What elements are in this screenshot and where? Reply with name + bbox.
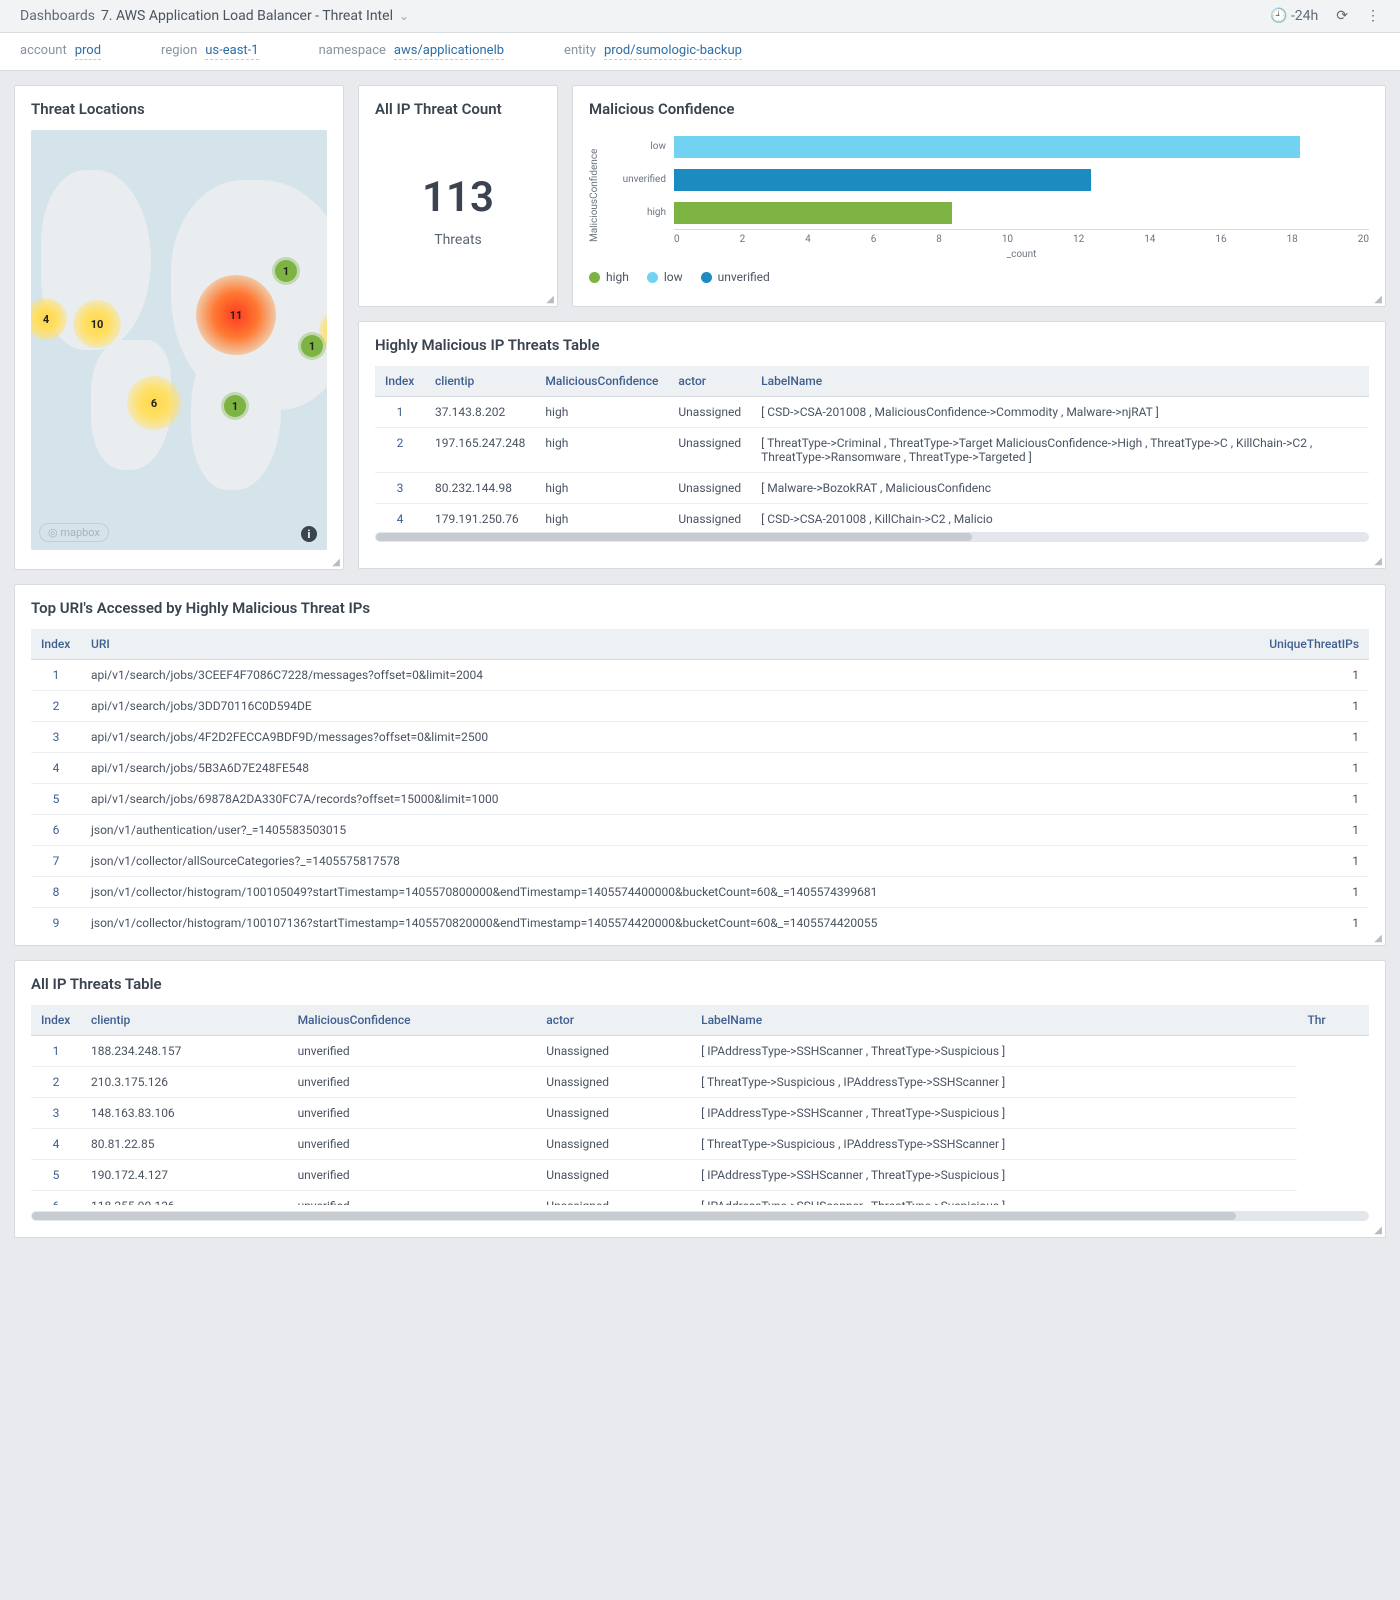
resize-handle-icon[interactable]: ◢ <box>1374 556 1382 567</box>
table-row[interactable]: 2api/v1/search/jobs/3DD70116C0D594DE1 <box>31 691 1369 722</box>
horizontal-scrollbar[interactable] <box>31 1211 1369 1221</box>
table-row[interactable]: 2197.165.247.248highUnassigned[ ThreatTy… <box>375 428 1369 473</box>
table-row[interactable]: 6118.255.90.136unverifiedUnassigned[ IPA… <box>31 1191 1369 1206</box>
hotspot-1[interactable]: 1 <box>224 395 246 417</box>
malicious-confidence-panel: Malicious Confidence MaliciousConfidence… <box>572 85 1386 307</box>
table-row[interactable]: 9json/v1/collector/histogram/100107136?s… <box>31 908 1369 930</box>
bar-high <box>674 202 952 224</box>
world-map[interactable]: ◎ mapbox i 1110464111 <box>31 130 327 550</box>
time-range-value: -24h <box>1291 8 1318 24</box>
hotspot-6[interactable]: 6 <box>127 376 181 430</box>
table-row[interactable]: 4api/v1/search/jobs/5B3A6D7E248FE5481 <box>31 753 1369 784</box>
refresh-icon[interactable]: ⟳ <box>1336 8 1348 24</box>
breadcrumb-root[interactable]: Dashboards <box>20 8 95 24</box>
more-menu-icon[interactable]: ⋮ <box>1366 8 1380 24</box>
threat-count-label: Threats <box>434 232 482 248</box>
bar-unverified <box>674 169 1091 191</box>
panel-title: Malicious Confidence <box>589 100 1369 118</box>
table-row[interactable]: 6json/v1/authentication/user?_=140558350… <box>31 815 1369 846</box>
filter-account[interactable]: accountprod <box>20 43 101 60</box>
table-row[interactable]: 137.143.8.202highUnassigned[ CSD->CSA-20… <box>375 397 1369 428</box>
filter-bar: accountprod regionus-east-1 namespaceaws… <box>0 33 1400 71</box>
table-row[interactable]: 7json/v1/collector/allSourceCategories?_… <box>31 846 1369 877</box>
bar-cat: high <box>608 207 666 218</box>
bar-cat: low <box>608 141 666 152</box>
table-row[interactable]: 2210.3.175.126unverifiedUnassigned[ Thre… <box>31 1067 1369 1098</box>
col-index[interactable]: Index <box>31 629 81 660</box>
col-index[interactable]: Index <box>31 1005 81 1036</box>
col-labelname[interactable]: LabelName <box>751 366 1369 397</box>
breadcrumb[interactable]: Dashboards 7. AWS Application Load Balan… <box>20 8 409 24</box>
threat-locations-panel: Threat Locations ◎ mapbox i 1110464111 ◢ <box>14 85 344 570</box>
col-uniquethreatips[interactable]: UniqueThreatIPs <box>1215 629 1369 660</box>
legend-unverified: unverified <box>701 270 770 284</box>
col-actor[interactable]: actor <box>668 366 751 397</box>
hotspot-1[interactable]: 1 <box>301 335 323 357</box>
chart-legend: high low unverified <box>589 270 1369 284</box>
col-index[interactable]: Index <box>375 366 425 397</box>
panel-title: Highly Malicious IP Threats Table <box>375 336 1369 354</box>
hotspot-11[interactable]: 11 <box>196 275 276 355</box>
resize-handle-icon[interactable]: ◢ <box>1374 1225 1382 1236</box>
ip-threat-count-panel: All IP Threat Count 113 Threats ◢ <box>358 85 558 307</box>
table-row[interactable]: 480.81.22.85unverifiedUnassigned[ Threat… <box>31 1129 1369 1160</box>
malicious-ip-table: IndexclientipMaliciousConfidenceactorLab… <box>375 366 1369 526</box>
all-ip-table: IndexclientipMaliciousConfidenceactorLab… <box>31 1005 1369 1205</box>
filter-entity[interactable]: entityprod/sumologic-backup <box>564 43 742 60</box>
table-row[interactable]: 1188.234.248.157unverifiedUnassigned[ IP… <box>31 1036 1369 1067</box>
y-axis-label: MaliciousConfidence <box>589 130 600 260</box>
table-row[interactable]: 5190.172.4.127unverifiedUnassigned[ IPAd… <box>31 1160 1369 1191</box>
legend-high: high <box>589 270 629 284</box>
table-row[interactable]: 380.232.144.98highUnassigned[ Malware->B… <box>375 473 1369 504</box>
col-labelname[interactable]: LabelName <box>691 1005 1297 1036</box>
uri-table: IndexURIUniqueThreatIPs 1api/v1/search/j… <box>31 629 1369 929</box>
filter-region[interactable]: regionus-east-1 <box>161 43 259 60</box>
resize-handle-icon[interactable]: ◢ <box>332 557 340 568</box>
threat-count-value: 113 <box>422 173 494 222</box>
resize-handle-icon[interactable]: ◢ <box>1374 933 1382 944</box>
table-row[interactable]: 1api/v1/search/jobs/3CEEF4F7086C7228/mes… <box>31 660 1369 691</box>
table-scroll[interactable]: IndexURIUniqueThreatIPs 1api/v1/search/j… <box>31 629 1369 929</box>
mapbox-logo: ◎ mapbox <box>39 523 109 542</box>
hotspot-10[interactable]: 10 <box>73 300 121 348</box>
panel-title: Threat Locations <box>31 100 327 118</box>
panel-title: Top URI's Accessed by Highly Malicious T… <box>31 599 1369 617</box>
col-clientip[interactable]: clientip <box>425 366 535 397</box>
table-row[interactable]: 5api/v1/search/jobs/69878A2DA330FC7A/rec… <box>31 784 1369 815</box>
info-icon[interactable]: i <box>301 526 317 542</box>
x-axis-label: _count <box>1007 249 1037 260</box>
time-range[interactable]: 🕘 -24h <box>1270 8 1318 24</box>
col-maliciousconfidence[interactable]: MaliciousConfidence <box>535 366 668 397</box>
table-scroll[interactable]: IndexclientipMaliciousConfidenceactorLab… <box>31 1005 1369 1205</box>
dashboard-title: 7. AWS Application Load Balancer - Threa… <box>101 8 393 24</box>
filter-namespace[interactable]: namespaceaws/applicationelb <box>319 43 504 60</box>
col-clientip[interactable]: clientip <box>81 1005 288 1036</box>
table-row[interactable]: 3api/v1/search/jobs/4F2D2FECCA9BDF9D/mes… <box>31 722 1369 753</box>
topbar: Dashboards 7. AWS Application Load Balan… <box>0 0 1400 33</box>
col-actor[interactable]: actor <box>536 1005 691 1036</box>
table-scroll[interactable]: IndexclientipMaliciousConfidenceactorLab… <box>375 366 1369 526</box>
col-thr[interactable]: Thr <box>1297 1005 1369 1036</box>
bar-chart: MaliciousConfidence lowunverifiedhigh024… <box>589 130 1369 260</box>
panel-title: All IP Threats Table <box>31 975 1369 993</box>
legend-low: low <box>647 270 683 284</box>
top-uris-panel: Top URI's Accessed by Highly Malicious T… <box>14 584 1386 946</box>
chevron-down-icon[interactable]: ⌄ <box>399 9 409 23</box>
table-row[interactable]: 3148.163.83.106unverifiedUnassigned[ IPA… <box>31 1098 1369 1129</box>
highly-malicious-table-panel: Highly Malicious IP Threats Table Indexc… <box>358 321 1386 569</box>
all-ip-threats-panel: All IP Threats Table IndexclientipMalici… <box>14 960 1386 1238</box>
clock-icon: 🕘 <box>1270 8 1287 24</box>
resize-handle-icon[interactable]: ◢ <box>546 294 554 305</box>
bar-cat: unverified <box>608 174 666 185</box>
col-maliciousconfidence[interactable]: MaliciousConfidence <box>288 1005 537 1036</box>
bar-low <box>674 136 1300 158</box>
panel-title: All IP Threat Count <box>375 100 541 118</box>
horizontal-scrollbar[interactable] <box>375 532 1369 542</box>
hotspot-1[interactable]: 1 <box>275 260 297 282</box>
resize-handle-icon[interactable]: ◢ <box>1374 294 1382 305</box>
table-row[interactable]: 4179.191.250.76highUnassigned[ CSD->CSA-… <box>375 504 1369 527</box>
col-uri[interactable]: URI <box>81 629 1215 660</box>
table-row[interactable]: 8json/v1/collector/histogram/100105049?s… <box>31 877 1369 908</box>
